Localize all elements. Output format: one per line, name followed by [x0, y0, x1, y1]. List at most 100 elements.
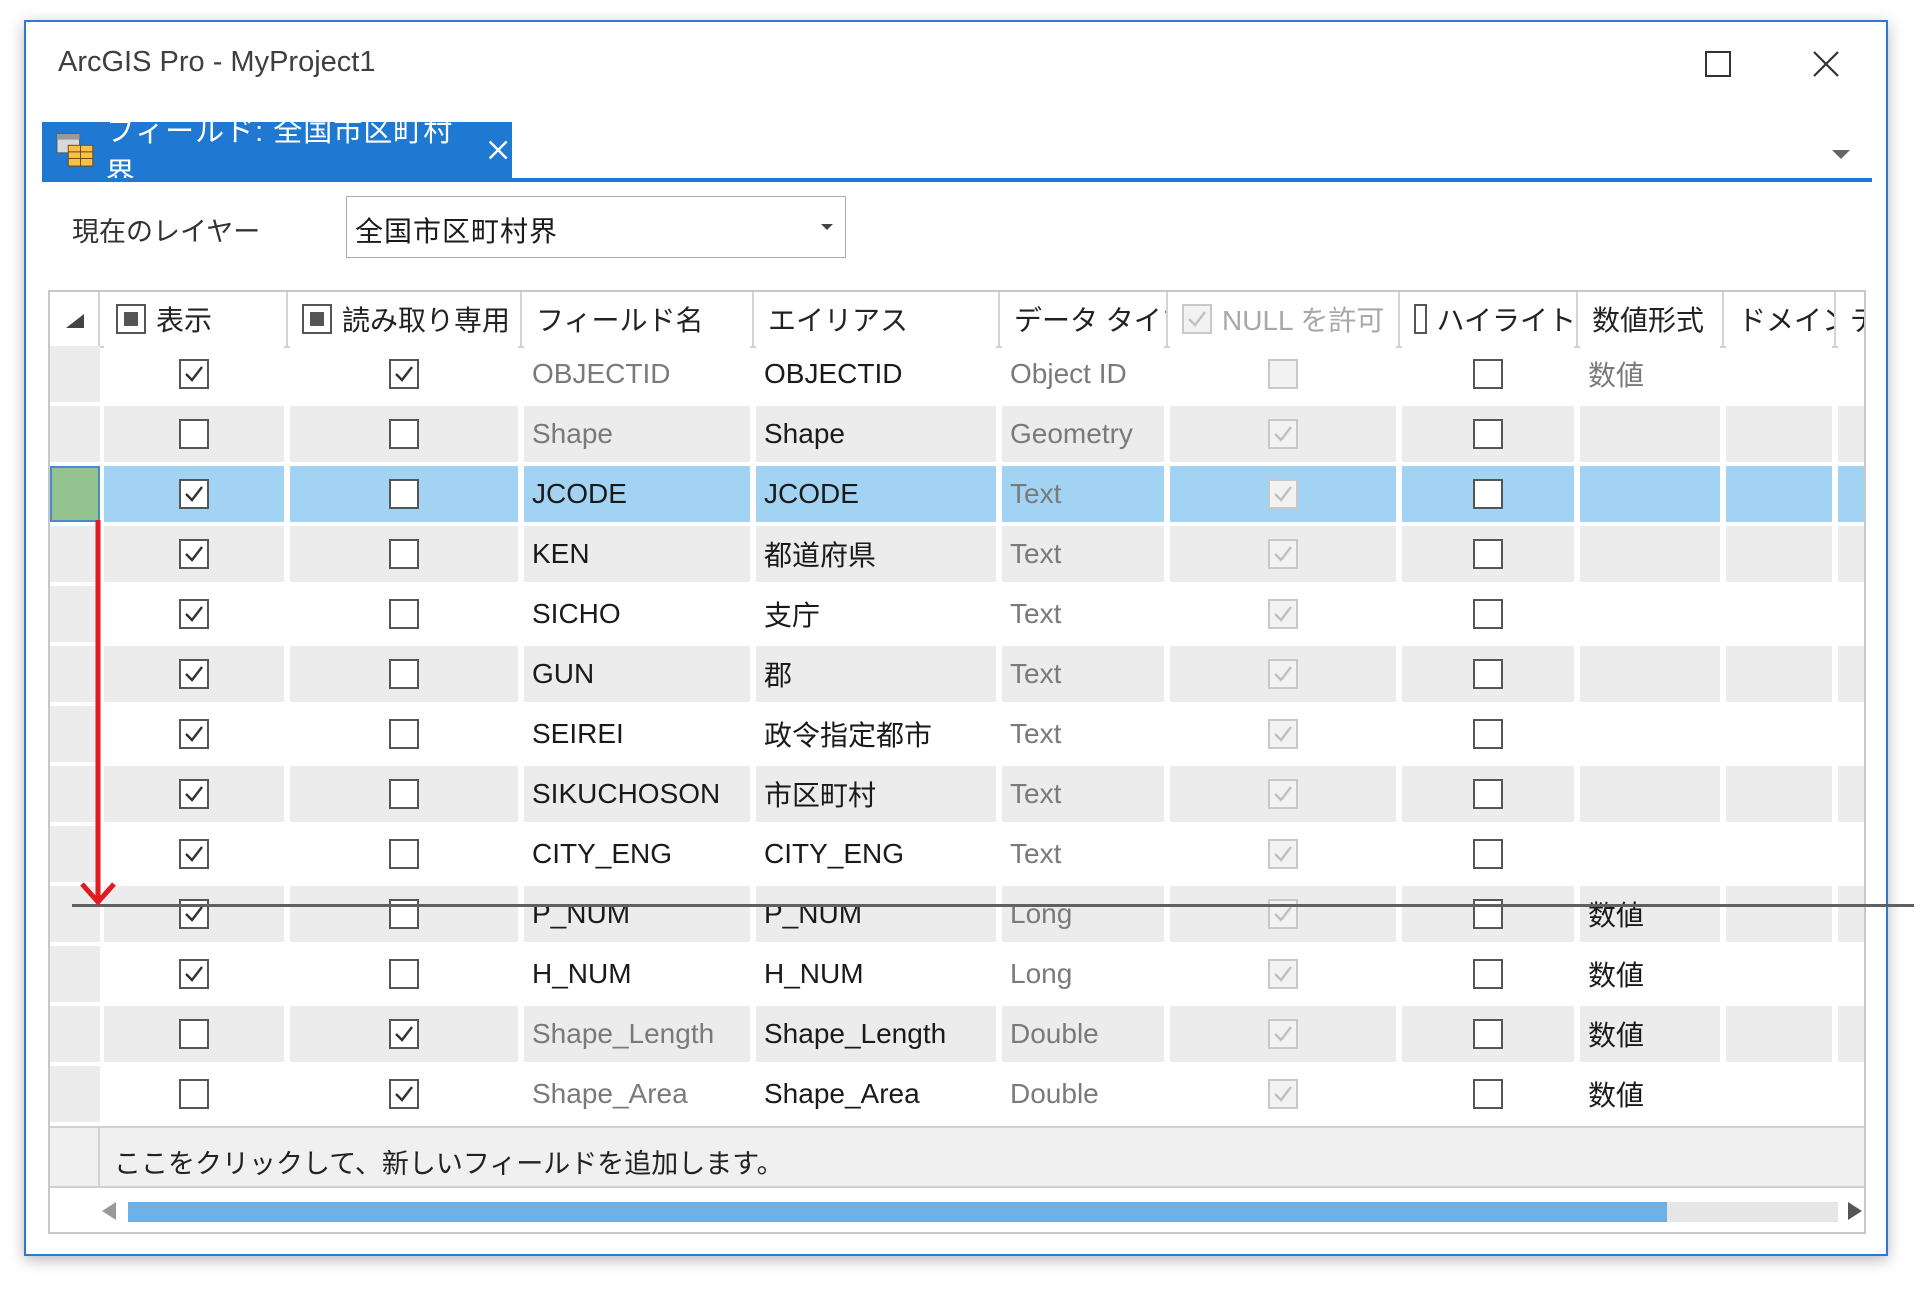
number-format-cell[interactable]: 数値 [1580, 346, 1720, 402]
domain-cell[interactable] [1726, 586, 1832, 642]
number-format-cell[interactable] [1580, 406, 1720, 462]
readonly-checkbox[interactable] [290, 706, 518, 762]
default-cell[interactable] [1838, 346, 1864, 402]
highlight-checkbox[interactable] [1402, 586, 1574, 642]
readonly-checkbox[interactable] [290, 646, 518, 702]
alias-cell[interactable]: 郡 [756, 646, 996, 702]
visible-checkbox[interactable] [104, 526, 284, 582]
visible-checkbox[interactable] [104, 706, 284, 762]
visible-checkbox[interactable] [104, 646, 284, 702]
number-format-cell[interactable] [1580, 586, 1720, 642]
field-name-cell[interactable]: SICHO [524, 586, 750, 642]
domain-cell[interactable] [1726, 466, 1832, 522]
visible-checkbox-box[interactable] [179, 659, 209, 689]
default-cell[interactable] [1838, 826, 1864, 882]
alias-cell[interactable]: OBJECTID [756, 346, 996, 402]
domain-cell[interactable] [1726, 826, 1832, 882]
highlight-checkbox-box[interactable] [1473, 539, 1503, 569]
null-allowed-checkbox[interactable] [1170, 406, 1396, 462]
column-header-1[interactable]: 読み取り専用 [288, 292, 522, 346]
data-type-cell[interactable]: Text [1002, 526, 1164, 582]
alias-cell[interactable]: 市区町村 [756, 766, 996, 822]
table-row[interactable]: CITY_ENG CITY_ENG Text [50, 826, 1864, 886]
field-name-cell[interactable]: H_NUM [524, 946, 750, 1002]
column-header-checkbox[interactable] [302, 304, 332, 334]
default-cell[interactable] [1838, 886, 1864, 942]
readonly-checkbox[interactable] [290, 346, 518, 402]
visible-checkbox-box[interactable] [179, 719, 209, 749]
alias-cell[interactable]: Shape_Area [756, 1066, 996, 1122]
add-field-row[interactable]: ここをクリックして、新しいフィールドを追加します。 [50, 1126, 1864, 1188]
highlight-checkbox-box[interactable] [1473, 599, 1503, 629]
row-header[interactable] [50, 466, 100, 522]
row-header[interactable] [50, 346, 100, 402]
highlight-checkbox[interactable] [1402, 946, 1574, 1002]
visible-checkbox[interactable] [104, 346, 284, 402]
readonly-checkbox-box[interactable] [389, 779, 419, 809]
readonly-checkbox-box[interactable] [389, 599, 419, 629]
highlight-checkbox[interactable] [1402, 646, 1574, 702]
column-header-checkbox[interactable] [116, 304, 146, 334]
table-row[interactable]: GUN 郡 Text [50, 646, 1864, 706]
window-close-button[interactable] [1796, 38, 1856, 90]
maximize-button[interactable] [1688, 38, 1748, 90]
highlight-checkbox-box[interactable] [1473, 419, 1503, 449]
domain-cell[interactable] [1726, 886, 1832, 942]
column-header-5[interactable]: NULL を許可 [1168, 292, 1400, 346]
readonly-checkbox[interactable] [290, 826, 518, 882]
highlight-checkbox[interactable] [1402, 526, 1574, 582]
field-name-cell[interactable]: KEN [524, 526, 750, 582]
highlight-checkbox[interactable] [1402, 826, 1574, 882]
alias-cell[interactable]: Shape_Length [756, 1006, 996, 1062]
table-row[interactable]: P_NUM P_NUM Long 数値 [50, 886, 1864, 946]
default-cell[interactable] [1838, 646, 1864, 702]
null-allowed-checkbox[interactable] [1170, 646, 1396, 702]
default-cell[interactable] [1838, 1066, 1864, 1122]
domain-cell[interactable] [1726, 706, 1832, 762]
readonly-checkbox-box[interactable] [389, 1079, 419, 1109]
table-row[interactable]: JCODE JCODE Text [50, 466, 1864, 526]
readonly-checkbox-box[interactable] [389, 839, 419, 869]
domain-cell[interactable] [1726, 406, 1832, 462]
field-name-cell[interactable]: JCODE [524, 466, 750, 522]
highlight-checkbox[interactable] [1402, 466, 1574, 522]
alias-cell[interactable]: JCODE [756, 466, 996, 522]
table-row[interactable]: Shape_Length Shape_Length Double 数値 [50, 1006, 1864, 1066]
field-name-cell[interactable]: P_NUM [524, 886, 750, 942]
tab-overflow-chevron-down-icon[interactable] [1832, 150, 1850, 159]
null-allowed-checkbox[interactable] [1170, 346, 1396, 402]
column-header-8[interactable]: ドメイン [1724, 292, 1836, 346]
scroll-track[interactable] [128, 1202, 1838, 1222]
number-format-cell[interactable] [1580, 466, 1720, 522]
readonly-checkbox[interactable] [290, 946, 518, 1002]
alias-cell[interactable]: Shape [756, 406, 996, 462]
table-row[interactable]: SIKUCHOSON 市区町村 Text [50, 766, 1864, 826]
default-cell[interactable] [1838, 406, 1864, 462]
null-allowed-checkbox[interactable] [1170, 586, 1396, 642]
default-cell[interactable] [1838, 1006, 1864, 1062]
row-header[interactable] [50, 946, 100, 1002]
visible-checkbox-box[interactable] [179, 1079, 209, 1109]
null-allowed-checkbox[interactable] [1170, 466, 1396, 522]
highlight-checkbox[interactable] [1402, 766, 1574, 822]
default-cell[interactable] [1838, 526, 1864, 582]
null-allowed-checkbox[interactable] [1170, 1066, 1396, 1122]
readonly-checkbox[interactable] [290, 886, 518, 942]
row-header[interactable] [50, 406, 100, 462]
data-type-cell[interactable]: Geometry [1002, 406, 1164, 462]
visible-checkbox-box[interactable] [179, 839, 209, 869]
field-name-cell[interactable]: CITY_ENG [524, 826, 750, 882]
data-type-cell[interactable]: Text [1002, 466, 1164, 522]
highlight-checkbox[interactable] [1402, 1006, 1574, 1062]
horizontal-scrollbar[interactable] [50, 1188, 1864, 1232]
scroll-thumb[interactable] [128, 1202, 1667, 1222]
default-cell[interactable] [1838, 946, 1864, 1002]
field-name-cell[interactable]: Shape [524, 406, 750, 462]
readonly-checkbox[interactable] [290, 406, 518, 462]
readonly-checkbox[interactable] [290, 466, 518, 522]
row-header[interactable] [50, 1066, 100, 1122]
field-name-cell[interactable]: OBJECTID [524, 346, 750, 402]
default-cell[interactable] [1838, 586, 1864, 642]
visible-checkbox[interactable] [104, 946, 284, 1002]
null-allowed-checkbox[interactable] [1170, 1006, 1396, 1062]
